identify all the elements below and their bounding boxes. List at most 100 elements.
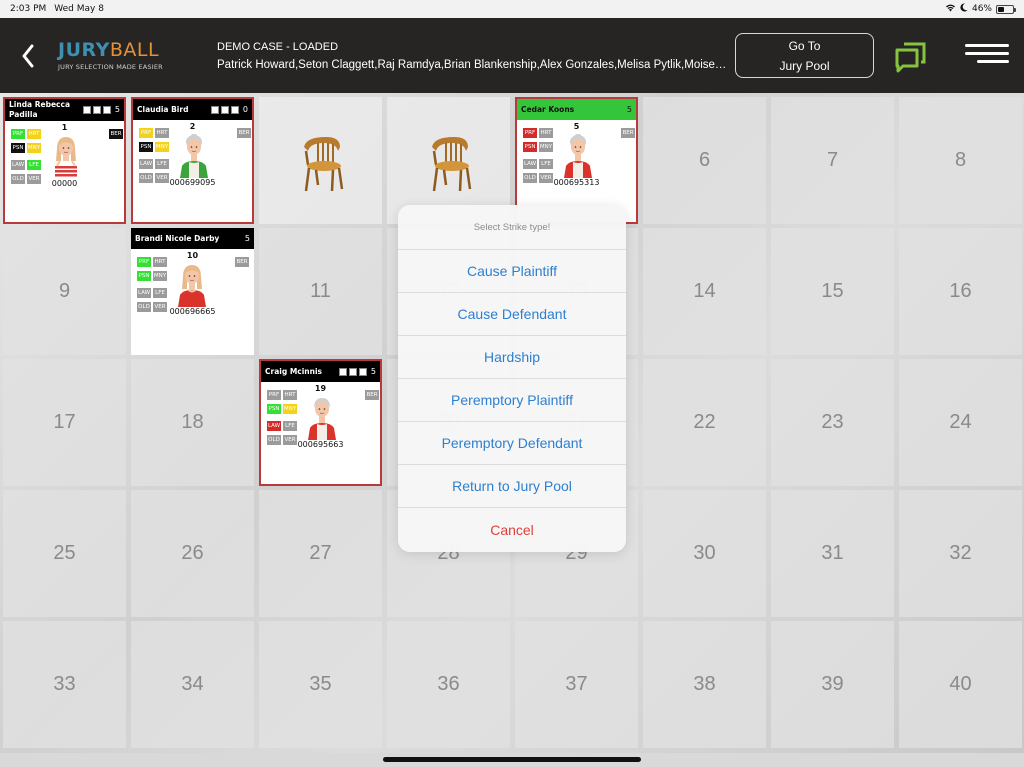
empty-seat[interactable]: 24: [899, 359, 1022, 486]
juror-tag-hrt[interactable]: HRT: [539, 128, 553, 138]
juror-tag-ber[interactable]: BER: [109, 129, 123, 139]
juror-tag-hrt[interactable]: HRT: [153, 257, 167, 267]
empty-seat[interactable]: 23: [771, 359, 894, 486]
juror-tag-law[interactable]: LAW: [137, 288, 151, 298]
strike-option-peremptory-defendant[interactable]: Peremptory Defendant: [398, 422, 626, 465]
empty-seat[interactable]: 27: [259, 490, 382, 617]
juror-tag-lfe[interactable]: LFE: [27, 160, 41, 170]
empty-seat[interactable]: 16: [899, 228, 1022, 355]
strike-type-action-sheet: Select Strike type! Cause Plaintiff Cause…: [398, 205, 626, 552]
juror-tag-prf[interactable]: PRF: [523, 128, 537, 138]
juror-avatar: [178, 265, 206, 307]
juror-tag-psn[interactable]: PSN: [523, 142, 537, 152]
juror-tag-mny[interactable]: MNY: [539, 142, 553, 152]
empty-seat[interactable]: 34: [131, 621, 254, 748]
empty-seat[interactable]: 35: [259, 621, 382, 748]
empty-seat[interactable]: 18: [131, 359, 254, 486]
action-sheet-title: Select Strike type!: [398, 205, 626, 250]
juror-tag-mny[interactable]: MNY: [283, 404, 297, 414]
empty-seat[interactable]: 15: [771, 228, 894, 355]
empty-seat[interactable]: 30: [643, 490, 766, 617]
empty-seat[interactable]: 32: [899, 490, 1022, 617]
juror-tag-prf[interactable]: PRF: [137, 257, 151, 267]
home-indicator[interactable]: [383, 757, 641, 762]
juror-tag-prf[interactable]: PRF: [267, 390, 281, 400]
juror-tag-hrt[interactable]: HRT: [27, 129, 41, 139]
juror-tag-ber[interactable]: BER: [365, 390, 379, 400]
empty-seat[interactable]: 6: [643, 97, 766, 224]
menu-button[interactable]: [963, 42, 1011, 68]
strike-option-cancel[interactable]: Cancel: [398, 508, 626, 551]
empty-seat[interactable]: 9: [3, 228, 126, 355]
chat-bubbles-icon: [895, 42, 926, 73]
empty-chair-seat[interactable]: [259, 97, 382, 224]
seat-number: 15: [821, 280, 844, 302]
empty-seat[interactable]: 17: [3, 359, 126, 486]
empty-seat[interactable]: 36: [387, 621, 510, 748]
battery-percent: 46%: [971, 4, 992, 14]
juror-tag-lfe[interactable]: LFE: [539, 159, 553, 169]
juror-tag-mny[interactable]: MNY: [153, 271, 167, 281]
seat-number: 25: [53, 542, 76, 564]
empty-seat[interactable]: 39: [771, 621, 894, 748]
strike-option-hardship[interactable]: Hardship: [398, 336, 626, 379]
empty-seat[interactable]: 22: [643, 359, 766, 486]
juror-tag-ber[interactable]: BER: [621, 128, 635, 138]
empty-seat[interactable]: 26: [131, 490, 254, 617]
juror-card[interactable]: Linda Rebecca Padilla 5 1 PRF HRT PSN MNY LAW…: [3, 97, 126, 224]
juror-tag-law[interactable]: LAW: [523, 159, 537, 169]
juror-card[interactable]: Brandi Nicole Darby 5 10 PRF HRT PSN MNY LAW…: [131, 228, 254, 355]
case-title: DEMO CASE - LOADED: [217, 40, 339, 53]
back-button[interactable]: [8, 36, 48, 76]
empty-seat[interactable]: 37: [515, 621, 638, 748]
juror-tag-psn[interactable]: PSN: [137, 271, 151, 281]
juror-tag-psn[interactable]: PSN: [11, 143, 25, 153]
juror-tag-law[interactable]: LAW: [11, 160, 25, 170]
seat-number: 9: [58, 280, 71, 302]
juror-tag-psn[interactable]: PSN: [267, 404, 281, 414]
empty-seat[interactable]: 7: [771, 97, 894, 224]
empty-seat[interactable]: 33: [3, 621, 126, 748]
empty-seat[interactable]: 40: [899, 621, 1022, 748]
heart-icon: [348, 367, 357, 376]
empty-seat[interactable]: 11: [259, 228, 382, 355]
juror-tag-ber[interactable]: BER: [237, 128, 251, 138]
seat-number: 40: [949, 673, 972, 695]
juror-tag-hrt[interactable]: HRT: [283, 390, 297, 400]
juror-tag-prf[interactable]: PRF: [11, 129, 25, 139]
empty-seat[interactable]: 14: [643, 228, 766, 355]
juror-tag-prf[interactable]: PRF: [139, 128, 153, 138]
juror-tag-mny[interactable]: MNY: [155, 142, 169, 152]
empty-seat[interactable]: 8: [899, 97, 1022, 224]
seat-number: 26: [181, 542, 204, 564]
juror-card[interactable]: Craig Mcinnis 5 19 PRF HRT PSN MNY LAW LFE OLD…: [259, 359, 382, 486]
seat-number: 7: [826, 149, 839, 171]
juror-tag-law[interactable]: LAW: [139, 159, 153, 169]
chat-button[interactable]: [893, 38, 929, 74]
juror-tag-mny[interactable]: MNY: [27, 143, 41, 153]
juror-card-header: Linda Rebecca Padilla 5: [5, 99, 124, 121]
empty-seat[interactable]: 31: [771, 490, 894, 617]
juror-tag-hrt[interactable]: HRT: [155, 128, 169, 138]
juror-card-header: Brandi Nicole Darby 5: [131, 228, 254, 249]
juror-card[interactable]: Claudia Bird 0 2 PRF HRT PSN MNY LAW LFE OLD VE…: [131, 97, 254, 224]
empty-chair-icon: [431, 136, 471, 191]
juror-tag-lfe[interactable]: LFE: [153, 288, 167, 298]
empty-seat[interactable]: 38: [643, 621, 766, 748]
seat-number: 18: [181, 411, 204, 433]
moon-icon: [960, 3, 968, 15]
juror-tag-lfe[interactable]: LFE: [283, 421, 297, 431]
strike-option-cause-plaintiff[interactable]: Cause Plaintiff: [398, 250, 626, 293]
strike-option-cause-defendant[interactable]: Cause Defendant: [398, 293, 626, 336]
go-to-jury-pool-button[interactable]: Go To Jury Pool: [735, 33, 874, 78]
seat-number: 36: [437, 673, 460, 695]
strike-option-peremptory-plaintiff[interactable]: Peremptory Plaintiff: [398, 379, 626, 422]
juror-tag-psn[interactable]: PSN: [139, 142, 153, 152]
empty-seat[interactable]: 25: [3, 490, 126, 617]
juror-tag-law[interactable]: LAW: [267, 421, 281, 431]
app-logo: JURYBALL JURY SELECTION MADE EASIER: [58, 40, 183, 71]
juror-tag-lfe[interactable]: LFE: [155, 159, 169, 169]
strike-option-return-to-jury-pool[interactable]: Return to Jury Pool: [398, 465, 626, 508]
badge-icon: [230, 105, 239, 114]
juror-tag-ber[interactable]: BER: [235, 257, 249, 267]
